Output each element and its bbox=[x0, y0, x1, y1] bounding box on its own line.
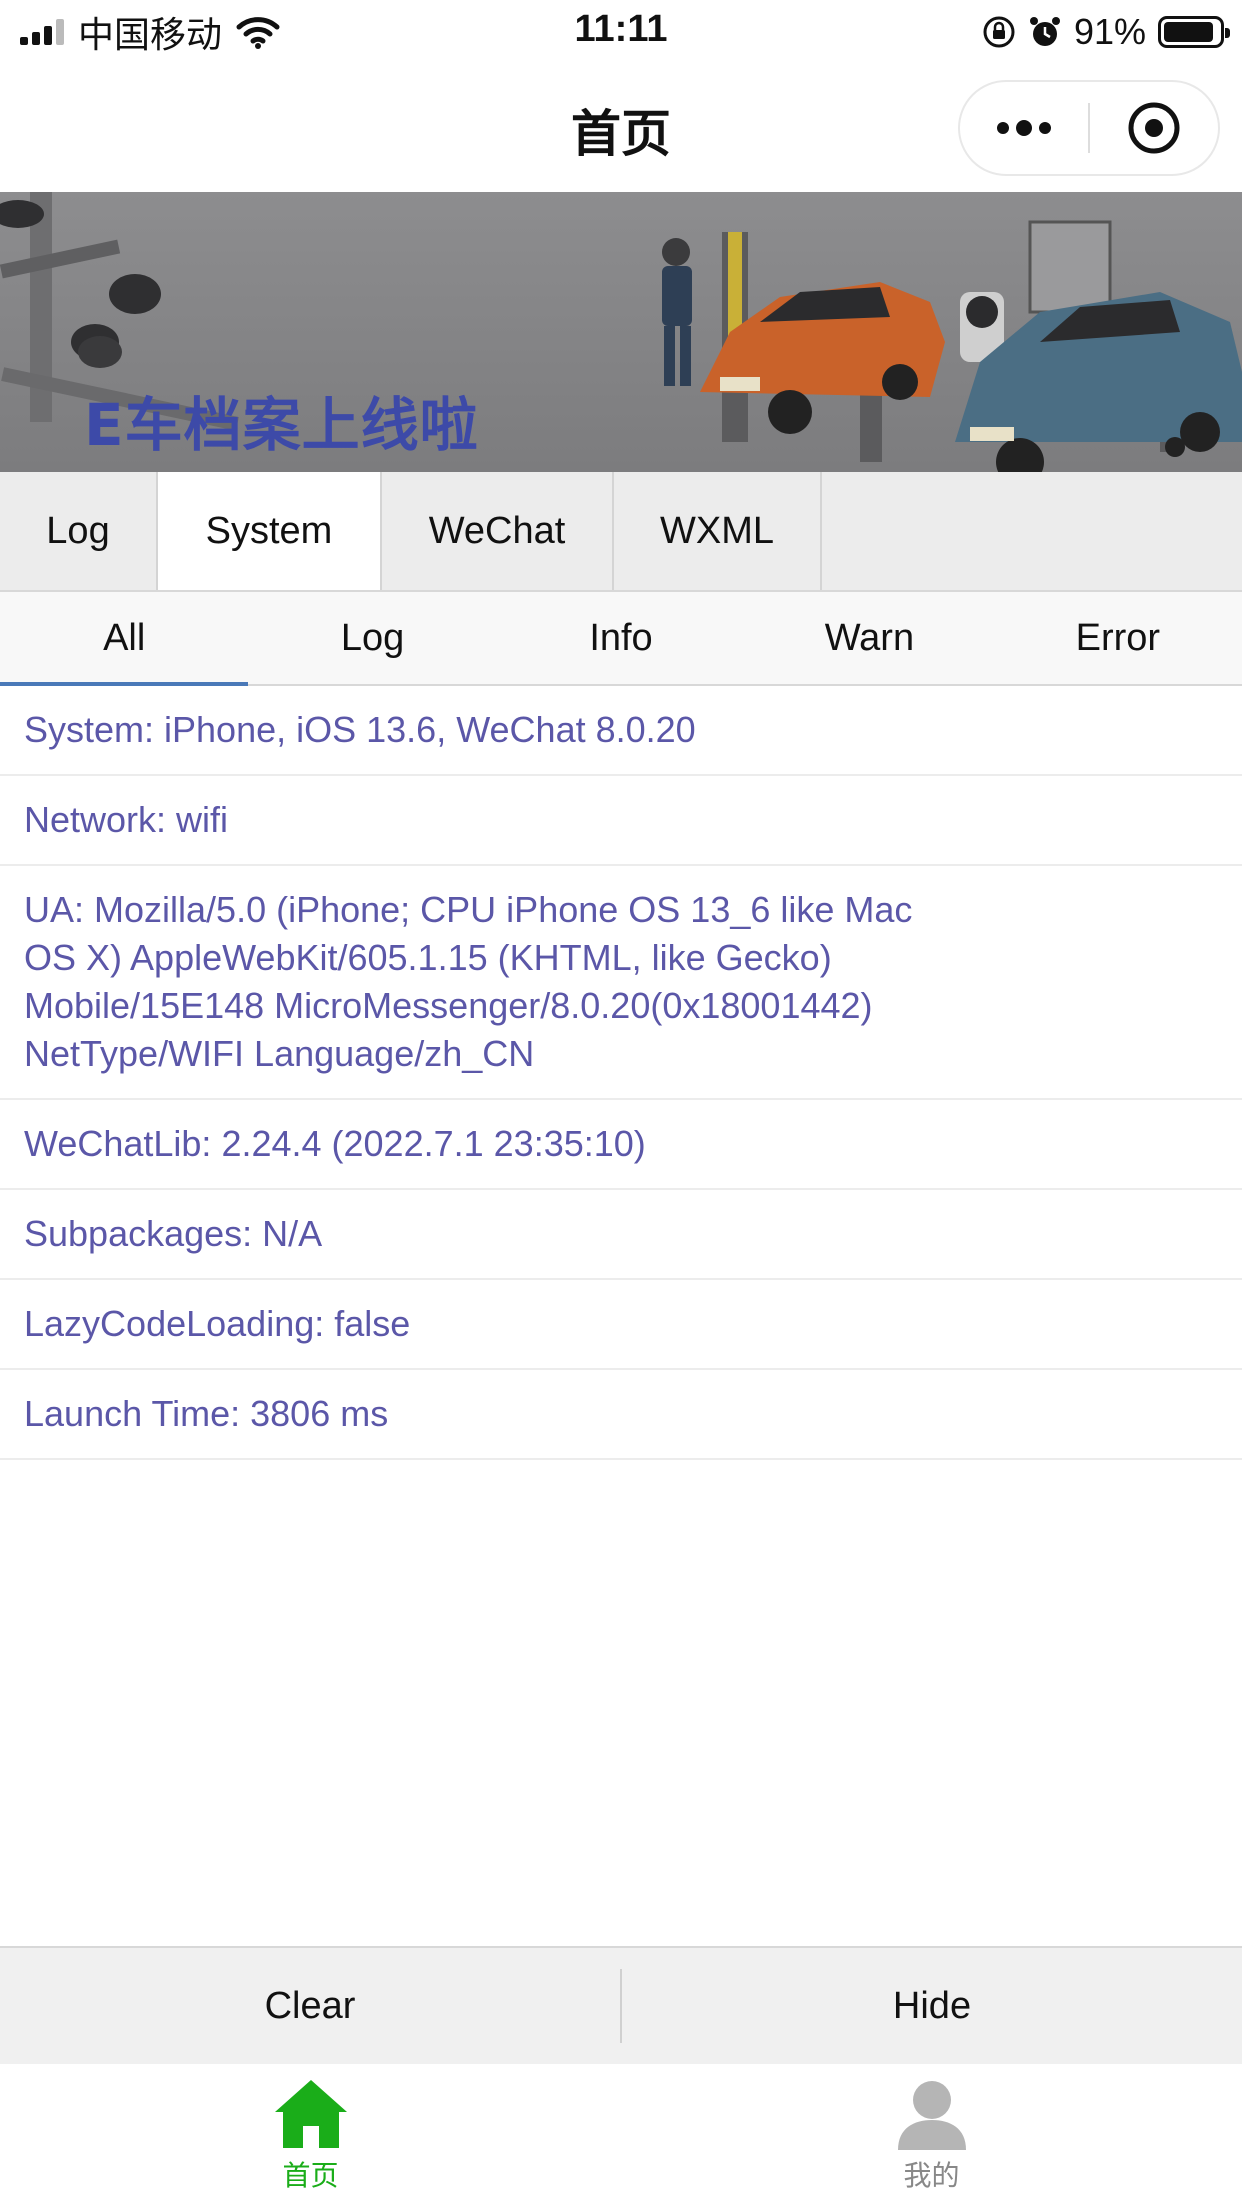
mini-program-capsule bbox=[958, 80, 1220, 176]
tab-wxml-label: WXML bbox=[660, 509, 774, 552]
tabbar-label-mine: 我的 bbox=[903, 2159, 960, 2192]
banner-text: E车档案上线啦 bbox=[84, 391, 479, 459]
hide-button[interactable]: Hide bbox=[622, 1948, 1242, 2064]
tab-log[interactable]: Log bbox=[0, 472, 158, 590]
status-right: 91% bbox=[982, 10, 1230, 54]
list-item-network: Network: wifi bbox=[0, 776, 1242, 866]
vconsole-action-bar: Clear Hide bbox=[0, 1946, 1242, 2064]
tabbar-item-mine[interactable]: 我的 bbox=[621, 2064, 1242, 2208]
vconsole-tabs: Log System WeChat WXML bbox=[0, 472, 1242, 592]
close-mini-program-button[interactable] bbox=[1090, 82, 1218, 174]
log-line: Subpackages: N/A bbox=[24, 1213, 323, 1254]
system-info-list: System: iPhone, iOS 13.6, WeChat 8.0.20 … bbox=[0, 686, 1242, 1460]
tabbar-item-home[interactable]: 首页 bbox=[0, 2064, 621, 2208]
more-button[interactable] bbox=[960, 82, 1088, 174]
alarm-icon bbox=[1029, 17, 1060, 46]
tab-log-label: Log bbox=[46, 509, 110, 552]
clear-button[interactable]: Clear bbox=[0, 1948, 620, 2064]
tab-wechat-label: WeChat bbox=[428, 509, 566, 552]
log-line: LazyCodeLoading: false bbox=[24, 1303, 411, 1344]
log-line: Launch Time: 3806 ms bbox=[24, 1393, 389, 1434]
filter-warn[interactable]: Warn bbox=[745, 592, 993, 684]
list-item-subpackages: Subpackages: N/A bbox=[0, 1190, 1242, 1280]
log-line: Mobile/15E148 MicroMessenger/8.0.20(0x18… bbox=[24, 985, 873, 1026]
filter-all[interactable]: All bbox=[0, 592, 249, 686]
filter-error-label: Error bbox=[1075, 616, 1161, 659]
log-line: WeChatLib: 2.24.4 (2022.7.1 23:35:10) bbox=[24, 1123, 646, 1164]
hide-button-label: Hide bbox=[892, 1984, 972, 2027]
user-avatar-icon bbox=[897, 2081, 966, 2150]
tab-wxml[interactable]: WXML bbox=[614, 472, 822, 590]
list-item-user-agent: UA: Mozilla/5.0 (iPhone; CPU iPhone OS 1… bbox=[0, 866, 1242, 1100]
filter-info[interactable]: Info bbox=[497, 592, 745, 684]
log-line: Network: wifi bbox=[24, 799, 229, 840]
tab-system[interactable]: System bbox=[158, 472, 382, 590]
filter-log[interactable]: Log bbox=[248, 592, 496, 684]
battery-fill bbox=[1164, 22, 1214, 42]
battery-percent: 91% bbox=[1073, 11, 1146, 52]
list-item-launch-time: Launch Time: 3806 ms bbox=[0, 1370, 1242, 1460]
tabbar-label-home: 首页 bbox=[282, 2159, 339, 2192]
navigation-bar: 首页 bbox=[0, 64, 1242, 192]
battery-icon bbox=[1158, 16, 1230, 48]
status-bar: 中国移动 11:11 91% bbox=[0, 0, 1242, 64]
clear-button-label: Clear bbox=[264, 1984, 356, 2027]
log-line: OS X) AppleWebKit/605.1.15 (KHTML, like … bbox=[24, 937, 832, 978]
list-item-wechatlib: WeChatLib: 2.24.4 (2022.7.1 23:35:10) bbox=[0, 1100, 1242, 1190]
filter-error[interactable]: Error bbox=[994, 592, 1242, 684]
list-item-system: System: iPhone, iOS 13.6, WeChat 8.0.20 bbox=[0, 686, 1242, 776]
list-item-lazy-code-loading: LazyCodeLoading: false bbox=[0, 1280, 1242, 1370]
filter-warn-label: Warn bbox=[824, 616, 915, 659]
log-line: System: iPhone, iOS 13.6, WeChat 8.0.20 bbox=[24, 709, 696, 750]
home-icon bbox=[274, 2080, 347, 2148]
tab-system-label: System bbox=[205, 509, 333, 552]
log-line: NetType/WIFI Language/zh_CN bbox=[24, 1033, 535, 1074]
more-dots-icon bbox=[997, 120, 1051, 136]
bottom-tab-bar: 首页 我的 bbox=[0, 2064, 1242, 2208]
tab-wechat[interactable]: WeChat bbox=[382, 472, 614, 590]
filter-log-label: Log bbox=[340, 616, 405, 659]
target-close-icon bbox=[1128, 102, 1180, 154]
orientation-lock-icon bbox=[983, 16, 1015, 48]
log-line: UA: Mozilla/5.0 (iPhone; CPU iPhone OS 1… bbox=[24, 889, 913, 930]
promo-banner[interactable]: E车档案上线啦 bbox=[0, 192, 1242, 472]
log-filter-tabs: All Log Info Warn Error bbox=[0, 592, 1242, 686]
filter-info-label: Info bbox=[589, 616, 653, 659]
filter-all-label: All bbox=[103, 616, 146, 659]
